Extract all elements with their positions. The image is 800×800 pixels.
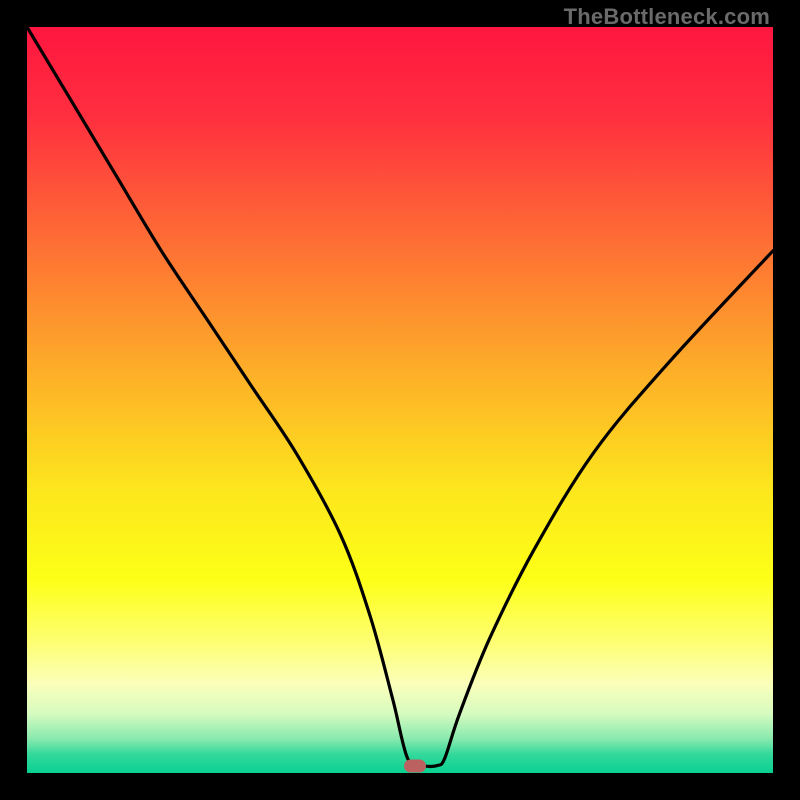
plot-area <box>27 27 773 773</box>
optimum-marker <box>404 759 426 772</box>
watermark-text: TheBottleneck.com <box>564 4 770 30</box>
gradient-background <box>27 27 773 773</box>
chart-frame: TheBottleneck.com <box>0 0 800 800</box>
